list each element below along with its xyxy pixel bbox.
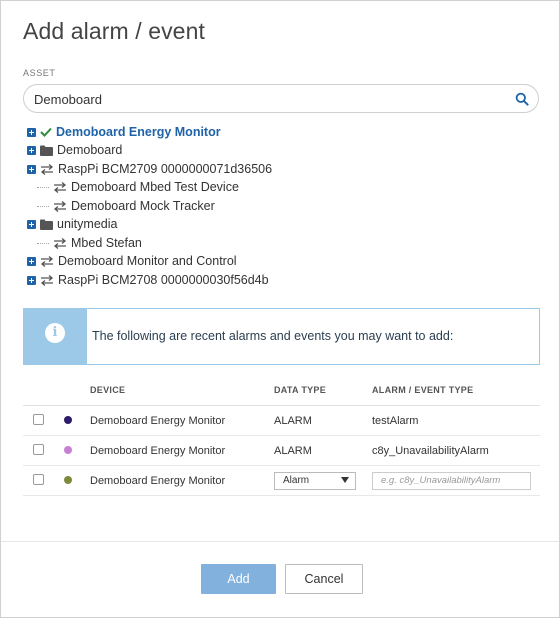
add-button[interactable]: Add	[201, 564, 276, 594]
expand-icon[interactable]	[27, 256, 36, 266]
caret-down-icon	[341, 475, 349, 486]
tree-node-label: Demoboard Monitor and Control	[58, 254, 237, 268]
check-icon	[40, 127, 52, 137]
recent-alarms-table: DEVICE DATA TYPE ALARM / EVENT TYPE Demo…	[23, 375, 540, 496]
exchange-icon	[53, 200, 67, 212]
asset-search-box	[23, 84, 539, 113]
header-device: DEVICE	[90, 375, 274, 406]
tree-node[interactable]: Demoboard Energy Monitor	[27, 123, 221, 141]
header-event-type: ALARM / EVENT TYPE	[372, 375, 540, 406]
cell-event-type: c8y_UnavailabilityAlarm	[372, 435, 540, 466]
asset-search-input[interactable]	[34, 90, 504, 108]
tree-node[interactable]: RaspPi BCM2708 0000000030f56d4b	[27, 271, 269, 289]
asset-label: ASSET	[23, 68, 56, 78]
row-checkbox[interactable]	[33, 413, 44, 425]
tree-node-label: RaspPi BCM2709 0000000071d36506	[58, 162, 273, 176]
exchange-icon	[53, 237, 67, 249]
tree-node-label: RaspPi BCM2708 0000000030f56d4b	[58, 273, 269, 287]
tree-node[interactable]: Demoboard Monitor and Control	[27, 252, 237, 270]
dialog-title: Add alarm / event	[23, 18, 205, 44]
exchange-icon	[40, 163, 54, 175]
tree-node-label: Demoboard Mbed Test Device	[71, 180, 239, 194]
footer-divider	[1, 541, 559, 542]
expand-icon[interactable]	[27, 219, 36, 229]
tree-node[interactable]: unitymedia	[27, 215, 117, 233]
expand-icon[interactable]	[27, 145, 36, 155]
tree-node-label: Demoboard	[57, 143, 123, 157]
tree-node-label: Demoboard Mock Tracker	[71, 199, 215, 213]
exchange-icon	[53, 181, 67, 193]
cell-device: Demoboard Energy Monitor	[90, 435, 274, 466]
tree-node[interactable]: Demoboard	[27, 141, 122, 159]
expand-icon[interactable]	[27, 164, 36, 174]
tree-node-label: Mbed Stefan	[71, 236, 142, 250]
event-type-input[interactable]: e.g. c8y_UnavailabilityAlarm	[372, 471, 531, 490]
color-dot	[64, 445, 72, 454]
folder-icon	[40, 145, 53, 156]
banner-message: The following are recent alarms and even…	[92, 329, 454, 343]
info-icon: i	[45, 323, 65, 343]
info-banner: i The following are recent alarms and ev…	[23, 308, 540, 365]
cell-event-type: testAlarm	[372, 405, 540, 436]
header-data-type: DATA TYPE	[274, 375, 372, 406]
tree-node[interactable]: Demoboard Mbed Test Device	[33, 178, 239, 196]
row-checkbox[interactable]	[33, 443, 44, 455]
color-dot[interactable]	[64, 475, 72, 484]
expand-icon[interactable]	[27, 275, 36, 285]
search-icon[interactable]	[515, 92, 529, 106]
exchange-icon	[40, 274, 54, 286]
table-row-new: Demoboard Energy Monitor Alarm e.g. c8y_…	[23, 465, 540, 496]
tree-node-label: unitymedia	[57, 217, 118, 231]
row-checkbox[interactable]	[33, 473, 44, 485]
cell-device: Demoboard Energy Monitor	[90, 465, 274, 496]
tree-node[interactable]: Mbed Stefan	[33, 234, 142, 252]
add-alarm-dialog: Add alarm / event ASSET Demoboard Energy…	[0, 0, 560, 618]
table-header-row: DEVICE DATA TYPE ALARM / EVENT TYPE	[23, 375, 540, 406]
tree-node[interactable]: Demoboard Mock Tracker	[33, 197, 215, 215]
data-type-select[interactable]: Alarm	[274, 471, 356, 490]
expand-icon[interactable]	[27, 127, 36, 137]
tree-node-label: Demoboard Energy Monitor	[56, 125, 221, 139]
cell-device: Demoboard Energy Monitor	[90, 405, 274, 436]
exchange-icon	[40, 255, 54, 267]
cell-data-type: ALARM	[274, 435, 372, 466]
cell-data-type: ALARM	[274, 405, 372, 436]
color-dot	[64, 415, 72, 424]
cancel-button[interactable]: Cancel	[285, 564, 363, 594]
table-row: Demoboard Energy Monitor ALARM testAlarm	[23, 405, 540, 436]
table-row: Demoboard Energy Monitor ALARM c8y_Unava…	[23, 435, 540, 466]
tree-node[interactable]: RaspPi BCM2709 0000000071d36506	[27, 160, 272, 178]
data-type-select-value: Alarm	[283, 475, 310, 486]
folder-icon	[40, 219, 53, 230]
